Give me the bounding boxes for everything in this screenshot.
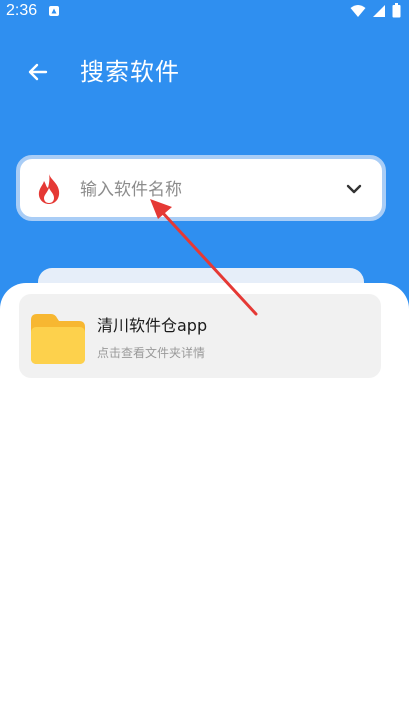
- search-box[interactable]: [16, 155, 386, 221]
- status-time: 2:36: [6, 2, 38, 19]
- chevron-down-icon: [346, 184, 362, 194]
- search-input[interactable]: [78, 170, 332, 210]
- back-button[interactable]: [20, 54, 56, 90]
- status-bar: 2:36: [0, 0, 409, 26]
- file-description: 点击查看文件夹详情: [97, 346, 206, 360]
- arrow-left-icon: [28, 63, 48, 81]
- cellular-icon: [373, 4, 385, 17]
- battery-icon: [392, 3, 401, 18]
- page-title: 搜索软件: [80, 58, 180, 86]
- notification-icon: [49, 6, 59, 16]
- folder-icon: [31, 314, 85, 364]
- wifi-icon: [350, 4, 366, 17]
- file-name: 清川软件仓app: [97, 316, 208, 335]
- app-bar: 搜索软件: [0, 44, 409, 100]
- status-icons: [350, 3, 401, 18]
- dropdown-button[interactable]: [340, 175, 368, 203]
- list-item[interactable]: 清川软件仓app 点击查看文件夹详情: [19, 294, 381, 378]
- fire-icon: [38, 174, 60, 204]
